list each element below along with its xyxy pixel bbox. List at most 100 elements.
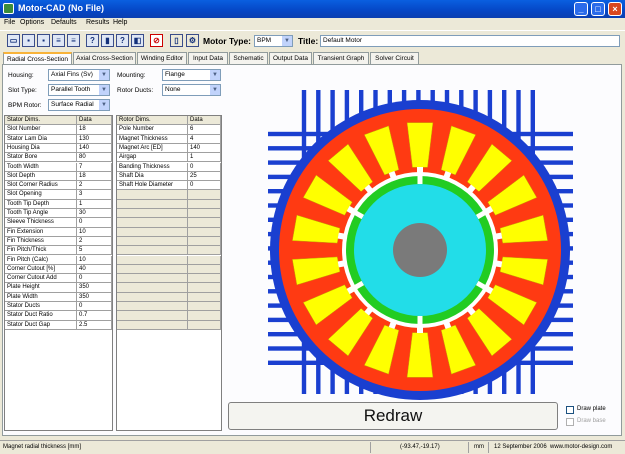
row-value-cell[interactable]: 2 (77, 236, 112, 247)
row-label-cell (117, 199, 188, 209)
motor-icon[interactable]: ◧ (131, 34, 144, 47)
housing-value: Axial Fins (Sv) (51, 71, 93, 78)
row-label-cell: Shaft Hole Diameter (117, 181, 188, 191)
minimize-button[interactable]: _ (574, 2, 588, 16)
row-value-cell[interactable] (188, 264, 221, 275)
row-value-cell[interactable] (188, 246, 221, 256)
save-icon[interactable]: ▪ (22, 34, 35, 47)
tab-schematic[interactable]: Schematic (229, 52, 268, 64)
row-value-cell[interactable]: 0 (77, 218, 112, 228)
row-value-cell[interactable]: 7 (77, 162, 112, 172)
row-value-cell[interactable]: 18 (77, 171, 112, 182)
row-label-cell: Magnet Arc [ED] (117, 143, 188, 154)
row-value-cell[interactable]: 30 (77, 209, 112, 219)
row-value-cell[interactable]: 25 (188, 171, 221, 182)
row-value-cell[interactable]: 140 (77, 143, 112, 154)
draw-plate-checkbox[interactable] (566, 406, 574, 414)
tab-axial-cross-section[interactable]: Axial Cross-Section (73, 52, 136, 64)
tab-input-data[interactable]: Input Data (188, 52, 228, 64)
row-value-cell[interactable] (188, 227, 221, 237)
row-value-cell[interactable] (188, 302, 221, 312)
row-value-cell[interactable]: 350 (77, 283, 112, 293)
tab-output-data[interactable]: Output Data (269, 52, 312, 64)
rotor-ducts-select[interactable]: None ▼ (162, 84, 221, 96)
row-value-cell[interactable]: 0 (188, 162, 221, 172)
help-icon[interactable]: ? (86, 34, 99, 47)
menu-file[interactable]: File (4, 19, 15, 26)
menu-bar: File Options Defaults Results Help (0, 18, 625, 30)
row-value-cell[interactable]: 2 (77, 181, 112, 191)
chevron-down-icon: ▼ (99, 100, 109, 110)
status-coords: (-93.47,-19.17) (400, 444, 440, 450)
row-label-cell: Airgap (117, 153, 188, 163)
row-value-cell[interactable]: 0 (77, 302, 112, 312)
row-value-cell[interactable]: 10 (77, 255, 112, 265)
housing-select[interactable]: Axial Fins (Sv) ▼ (48, 69, 110, 81)
row-value-cell[interactable] (188, 255, 221, 265)
draw-base-checkbox[interactable] (566, 418, 574, 426)
tab-transient-graph[interactable]: Transient Graph (313, 52, 369, 64)
page-icon[interactable]: ▯ (170, 34, 183, 47)
row-value-cell[interactable]: 1 (188, 153, 221, 163)
row-value-cell[interactable]: 40 (77, 264, 112, 275)
menu-help[interactable]: Help (113, 19, 127, 26)
row-value-cell[interactable]: 0 (77, 274, 112, 284)
redraw-button[interactable]: Redraw (228, 402, 558, 430)
mounting-select[interactable]: Flange ▼ (162, 69, 221, 81)
row-value-cell[interactable]: 0 (188, 181, 221, 191)
row-label-cell: Fin Pitch/Thick (5, 246, 77, 256)
row-value-cell[interactable]: 3 (77, 190, 112, 200)
row-value-cell[interactable] (188, 292, 221, 302)
row-value-cell[interactable]: 0.7 (77, 311, 112, 321)
row-value-cell[interactable] (188, 311, 221, 321)
book-icon[interactable]: ▮ (101, 34, 114, 47)
open-folder-icon[interactable]: ▭ (7, 34, 20, 47)
slot-type-select[interactable]: Parallel Tooth ▼ (48, 84, 110, 96)
context-help-icon[interactable]: ? (116, 34, 129, 47)
save-as-icon[interactable]: ▪ (37, 34, 50, 47)
row-value-cell[interactable] (188, 209, 221, 219)
tab-solver-circuit[interactable]: Solver Circuit (370, 52, 419, 64)
menu-results[interactable]: Results (86, 19, 109, 26)
status-hint: Magnet radial thickness [mm] (3, 444, 82, 450)
tab-winding-editor[interactable]: Winding Editor (137, 52, 187, 64)
rotor-dims-table: Rotor Dims. Data Pole Number 6 Magnet Thickn… (116, 115, 222, 431)
print-icon[interactable]: ≡ (52, 34, 65, 47)
row-label-cell (117, 190, 188, 200)
chevron-down-icon: ▼ (99, 85, 109, 95)
print-preview-icon[interactable]: ≡ (67, 34, 80, 47)
row-value-cell[interactable] (188, 236, 221, 247)
row-value-cell[interactable] (188, 190, 221, 200)
status-bar: Magnet radial thickness [mm] (-93.47,-19… (0, 440, 625, 454)
row-value-cell[interactable] (188, 283, 221, 293)
row-value-cell[interactable]: 5 (77, 246, 112, 256)
row-label-cell (117, 320, 188, 330)
title-input[interactable]: Default Motor (320, 35, 620, 47)
maximize-button[interactable]: □ (591, 2, 605, 16)
bpm-rotor-select[interactable]: Surface Radial ▼ (48, 99, 110, 111)
menu-options[interactable]: Options (20, 19, 44, 26)
row-value-cell[interactable]: 10 (77, 227, 112, 237)
row-label-cell: Shaft Dia (117, 171, 188, 182)
row-value-cell[interactable] (188, 218, 221, 228)
row-value-cell[interactable]: 2.5 (77, 320, 112, 330)
row-value-cell[interactable]: 140 (188, 143, 221, 154)
motor-type-select[interactable]: BPM ▼ (254, 35, 293, 47)
row-value-cell[interactable] (188, 320, 221, 330)
close-button[interactable]: × (608, 2, 622, 16)
row-value-cell[interactable]: 6 (188, 125, 221, 135)
stop-icon[interactable]: ⊘ (150, 34, 163, 47)
row-value-cell[interactable]: 18 (77, 125, 112, 135)
row-label-cell: Housing Dia (5, 143, 77, 154)
row-value-cell[interactable]: 130 (77, 134, 112, 144)
row-value-cell[interactable]: 80 (77, 153, 112, 163)
row-value-cell[interactable]: 1 (77, 199, 112, 209)
settings-icon[interactable]: ⚙ (186, 34, 199, 47)
draw-base-label: Draw base (577, 418, 606, 424)
row-value-cell[interactable] (188, 199, 221, 209)
status-divider (488, 442, 489, 453)
row-value-cell[interactable]: 350 (77, 292, 112, 302)
row-value-cell[interactable]: 4 (188, 134, 221, 144)
menu-defaults[interactable]: Defaults (51, 19, 77, 26)
row-value-cell[interactable] (188, 274, 221, 284)
